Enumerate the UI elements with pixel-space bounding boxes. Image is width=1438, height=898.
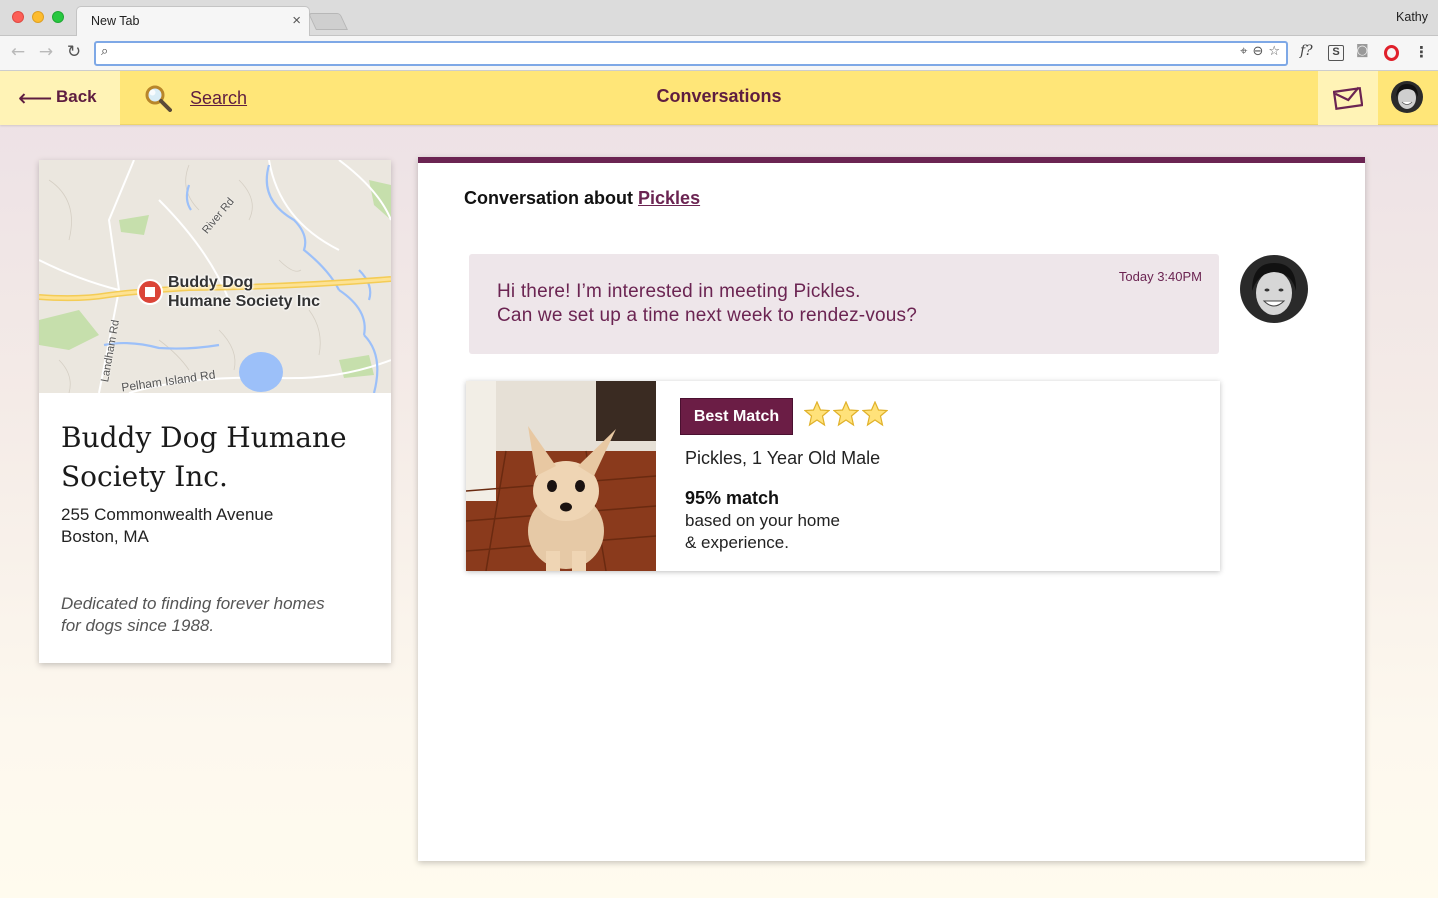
message-line1: Hi there! I’m interested in meeting Pick… — [497, 281, 861, 302]
message-text: Hi there! I’m interested in meeting Pick… — [497, 280, 917, 328]
window-close-button[interactable] — [12, 11, 24, 23]
address-line1: 255 Commonwealth Avenue — [61, 505, 274, 524]
sender-avatar[interactable] — [1240, 255, 1308, 323]
shelter-card: Buddy Dog Humane Society Inc River Rd La… — [39, 160, 391, 663]
url-input[interactable] — [120, 43, 1220, 64]
shelter-map[interactable]: Buddy Dog Humane Society Inc River Rd La… — [39, 160, 391, 393]
browser-tab[interactable]: New Tab × — [76, 6, 310, 37]
match-percent: 95% match — [685, 488, 780, 508]
match-explanation: based on your home & experience. — [685, 510, 840, 554]
address-line2: Boston, MA — [61, 527, 149, 546]
tagline-line1: Dedicated to finding forever homes — [61, 594, 325, 613]
shelter-address: 255 Commonwealth Avenue Boston, MA — [61, 504, 273, 548]
browser-menu-icon[interactable]: ⋮ — [1414, 43, 1429, 61]
tab-title: New Tab — [91, 14, 140, 28]
tagline-line2: for dogs since 1988. — [61, 616, 215, 635]
app-page: ⟵ Back Search Conversations Buddy Dog Hu… — [0, 71, 1438, 898]
omnibox-search-icon: ⌕ — [101, 44, 109, 59]
browser-profile-name[interactable]: Kathy — [1396, 10, 1428, 24]
pet-description: Pickles, 1 Year Old Male — [685, 448, 881, 468]
window-minimize-button[interactable] — [32, 11, 44, 23]
mail-icon — [1333, 86, 1363, 110]
star-icon — [833, 401, 859, 427]
app-header: ⟵ Back Search Conversations — [0, 71, 1438, 125]
browser-reload-icon[interactable]: ↻ — [64, 42, 84, 62]
s-extension-icon[interactable]: S — [1328, 45, 1344, 61]
match-explanation-line2: & experience. — [685, 533, 789, 552]
user-avatar-button[interactable] — [1378, 71, 1438, 125]
formula-extension-icon[interactable]: f? — [1300, 43, 1313, 59]
message-timestamp: Today 3:40PM — [1118, 269, 1202, 284]
shelter-tagline: Dedicated to finding forever homes for d… — [61, 593, 361, 637]
best-match-badge: Best Match — [680, 398, 793, 435]
browser-tab-strip: New Tab × Kathy — [0, 0, 1438, 37]
conversation-header: Conversation about Pickles — [464, 188, 700, 209]
message-line2: Can we set up a time next week to rendez… — [497, 305, 918, 326]
star-icon — [862, 401, 888, 427]
map-pin-label: Buddy Dog Humane Society Inc — [168, 273, 320, 311]
browser-back-icon[interactable]: ← — [8, 42, 28, 62]
zoom-icon[interactable]: ⊖ — [1252, 44, 1263, 59]
magnifier-icon[interactable] — [144, 84, 172, 112]
pet-match-card[interactable]: Best Match Pickles, 1 Year Old Male 95% … — [466, 381, 1220, 571]
shelter-name: Buddy Dog Humane Society Inc. — [61, 421, 347, 493]
browser-toolbar: ← → ↻ ⌕ ⌖ ⊖ ☆ f? S ◙ ⋮ — [0, 36, 1438, 71]
pet-link[interactable]: Pickles — [638, 188, 700, 208]
new-tab-button[interactable] — [308, 13, 348, 30]
match-stars — [804, 401, 888, 427]
match-explanation-line1: based on your home — [685, 511, 840, 530]
opera-extension-icon[interactable] — [1384, 45, 1399, 61]
star-icon — [804, 401, 830, 427]
back-label: Back — [56, 87, 97, 106]
browser-forward-icon[interactable]: → — [36, 42, 56, 62]
messages-button[interactable] — [1318, 71, 1378, 125]
conversation-header-prefix: Conversation about — [464, 188, 634, 208]
dog-photo — [466, 381, 656, 571]
conversation-panel: Conversation about Pickles Today 3:40PM … — [418, 157, 1365, 861]
map-pin-label-line2: Humane Society Inc — [168, 293, 321, 310]
omnibox-icons: ⌖ ⊖ ☆ — [1235, 44, 1280, 59]
back-button[interactable]: ⟵ Back — [0, 71, 120, 125]
search-link[interactable]: Search — [190, 88, 247, 109]
camera-extension-icon[interactable]: ◙ — [1356, 43, 1369, 58]
map-pin-label-line1: Buddy Dog — [168, 274, 254, 291]
back-arrow-icon: ⟵ — [18, 84, 53, 112]
window-zoom-button[interactable] — [52, 11, 64, 23]
location-icon[interactable]: ⌖ — [1240, 44, 1247, 59]
message-bubble: Today 3:40PM Hi there! I’m interested in… — [469, 254, 1219, 354]
bookmark-star-icon[interactable]: ☆ — [1268, 44, 1280, 59]
user-avatar — [1391, 81, 1423, 113]
tab-close-icon[interactable]: × — [292, 12, 301, 29]
address-bar[interactable]: ⌕ ⌖ ⊖ ☆ — [94, 41, 1288, 66]
